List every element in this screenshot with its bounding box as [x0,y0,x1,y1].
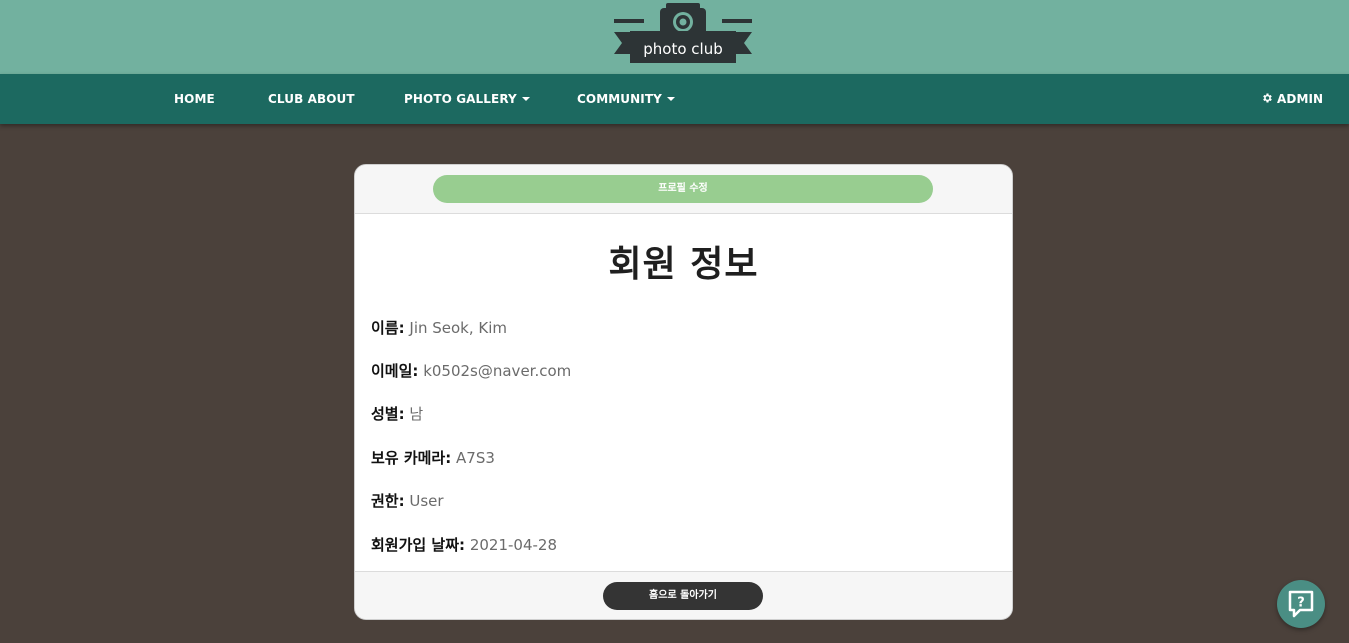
gender-value: 남 [409,405,424,423]
email-label: 이메일: [371,362,419,380]
nav-club-about[interactable]: CLUB ABOUT [268,74,355,124]
name-value: Jin Seok, Kim [409,319,508,337]
info-row-name: 이름: Jin Seok, Kim [371,317,507,338]
nav-photo-gallery-dropdown[interactable]: PHOTO GALLERY [404,74,530,124]
card-footer: 홈으로 돌아가기 [355,571,1012,619]
nav-admin[interactable]: ADMIN [1261,74,1323,124]
nav-community-dropdown[interactable]: COMMUNITY [577,74,675,124]
back-home-button[interactable]: 홈으로 돌아가기 [603,582,763,610]
join-date-label: 회원가입 날짜: [371,536,466,554]
info-row-camera: 보유 카메라: A7S3 [371,447,495,468]
info-row-gender: 성별: 남 [371,403,423,424]
camera-icon: photo club [614,3,752,63]
card-header: 프로필 수정 [355,165,1012,214]
gender-label: 성별: [371,405,405,423]
caret-down-icon [666,97,675,101]
member-info-card: 프로필 수정 회원 정보 이름: Jin Seok, Kim 이메일: k050… [354,164,1013,620]
role-label: 권한: [371,492,405,510]
info-row-role: 권한: User [371,490,444,511]
nav-home-label: HOME [174,92,215,106]
info-row-join-date: 회원가입 날짜: 2021-04-28 [371,534,557,555]
camera-label: 보유 카메라: [371,449,452,467]
camera-value: A7S3 [456,449,495,467]
help-chat-button[interactable]: ? [1277,580,1325,628]
name-label: 이름: [371,319,405,337]
photo-club-logo[interactable]: photo club [612,2,754,66]
header-band: photo club [0,0,1349,74]
nav-community-label: COMMUNITY [577,92,662,106]
email-value: k0502s@naver.com [423,362,572,380]
role-value: User [409,492,444,510]
page-title: 회원 정보 [608,244,759,285]
help-chat-icon: ? [1288,590,1314,618]
info-row-email: 이메일: k0502s@naver.com [371,360,571,381]
nav-photo-gallery-label: PHOTO GALLERY [404,92,517,106]
nav-admin-label: ADMIN [1277,92,1324,106]
nav-club-about-label: CLUB ABOUT [268,92,355,106]
join-date-value: 2021-04-28 [469,536,557,554]
main-navbar: HOME CLUB ABOUT PHOTO GALLERY COMMUNITY … [0,74,1349,124]
edit-profile-button[interactable]: 프로필 수정 [433,175,933,203]
caret-down-icon [521,97,530,101]
gear-icon [1263,93,1272,103]
nav-home[interactable]: HOME [174,74,215,124]
svg-text:?: ? [1297,596,1305,611]
logo-text: photo club [643,40,722,58]
